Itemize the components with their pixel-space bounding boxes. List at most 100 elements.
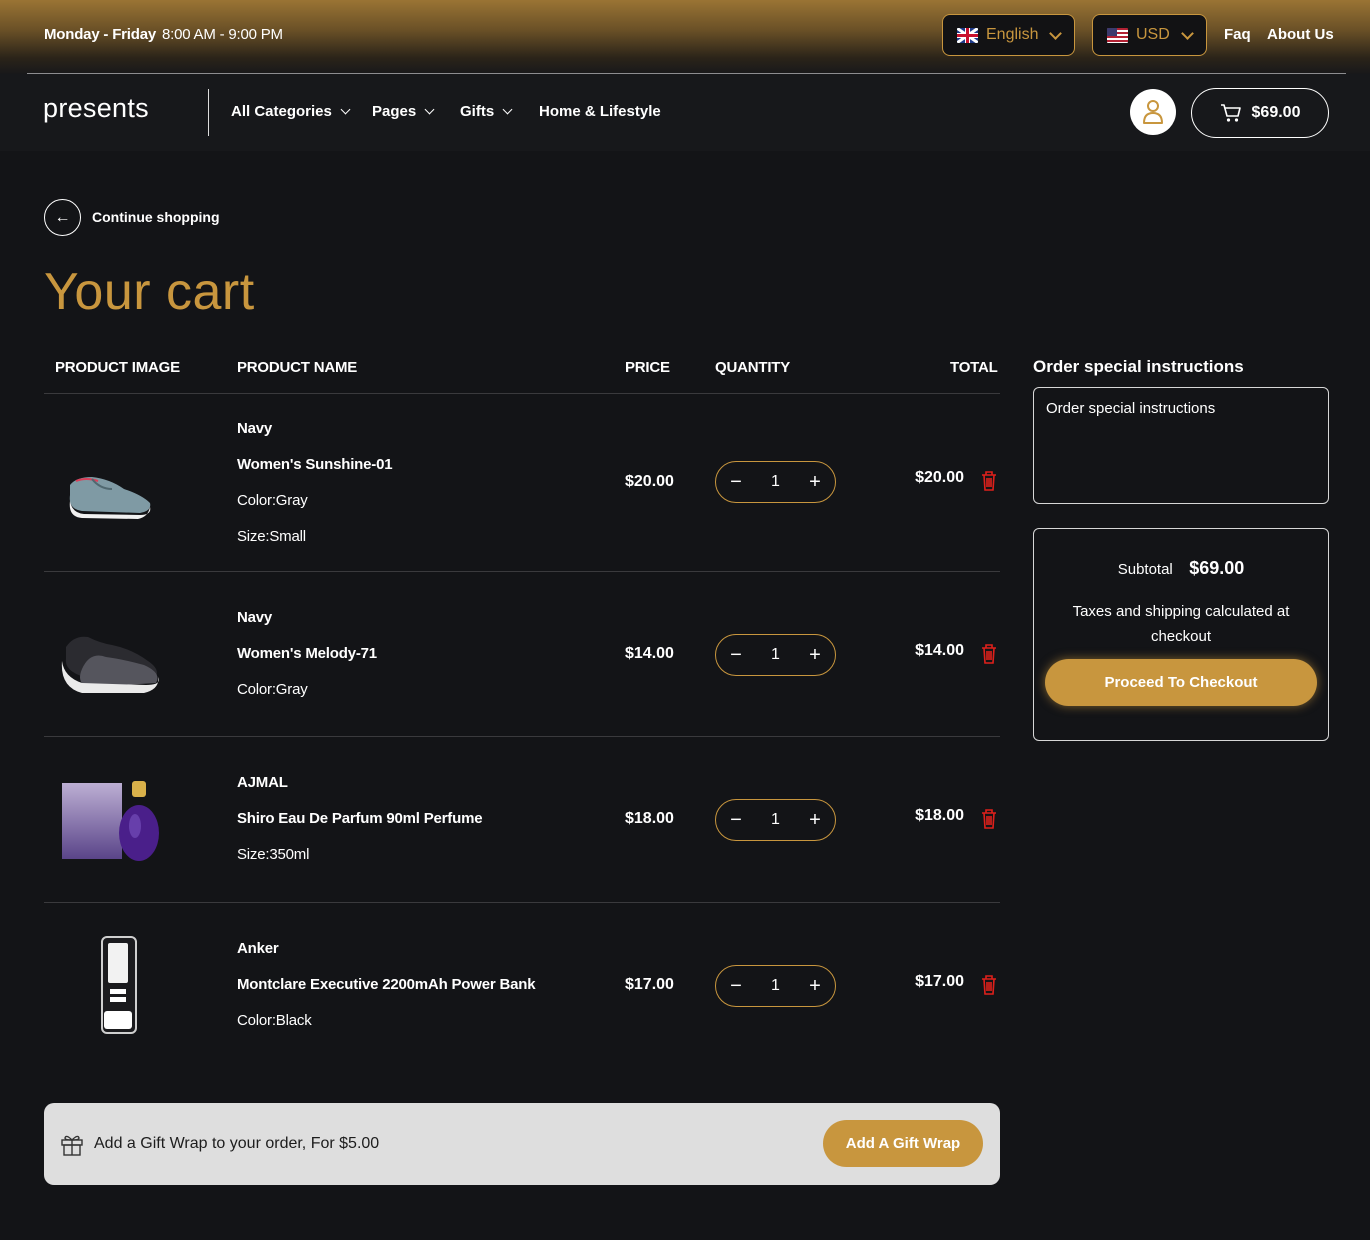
decrease-quantity-button[interactable]: −	[728, 810, 744, 830]
tax-shipping-note: Taxes and shipping calculated at checkou…	[1072, 603, 1290, 645]
instructions-title: Order special instructions	[1033, 357, 1244, 376]
product-price: $17.00	[625, 976, 674, 993]
chevron-down-icon	[502, 104, 513, 115]
trash-icon[interactable]	[980, 470, 998, 492]
language-select[interactable]: English	[942, 14, 1075, 56]
quantity-value[interactable]: 1	[771, 977, 780, 995]
chevron-down-icon	[1049, 26, 1062, 40]
product-option: Size:350ml	[237, 846, 310, 863]
product-option: Size:Small	[237, 528, 306, 545]
subtotal-label: Subtotal	[1117, 561, 1173, 578]
increase-quantity-button[interactable]: +	[807, 472, 823, 492]
column-header-price: PRICE	[625, 359, 670, 376]
user-icon	[1143, 100, 1163, 124]
product-info: Navy Women's Sunshine-01 Color:Gray Size…	[237, 411, 393, 555]
cart-row: AJMAL Shiro Eau De Parfum 90ml Perfume S…	[44, 737, 1000, 903]
cart-icon	[1220, 104, 1241, 122]
product-image-sneaker[interactable]	[52, 433, 172, 533]
quantity-value[interactable]: 1	[771, 473, 780, 491]
quantity-value[interactable]: 1	[771, 646, 780, 664]
product-name[interactable]: Women's Sunshine-01	[237, 447, 393, 483]
uk-flag-icon	[957, 27, 978, 43]
hours-days: Monday - Friday	[44, 26, 157, 43]
column-header-quantity: QUANTITY	[715, 359, 791, 376]
back-arrow-button[interactable]: ←	[44, 199, 81, 236]
decrease-quantity-button[interactable]: −	[728, 472, 744, 492]
nav-item-label: Gifts	[460, 103, 495, 120]
column-header-name: PRODUCT NAME	[237, 359, 358, 376]
decrease-quantity-button[interactable]: −	[728, 976, 744, 996]
quantity-value[interactable]: 1	[771, 811, 780, 829]
product-price: $14.00	[625, 645, 674, 662]
chevron-down-icon	[1181, 26, 1194, 40]
column-header-total: TOTAL	[950, 359, 998, 376]
cart-row: Navy Women's Sunshine-01 Color:Gray Size…	[44, 394, 1000, 572]
product-price: $20.00	[625, 473, 674, 490]
decrease-quantity-button[interactable]: −	[728, 645, 744, 665]
subtotal-row: Subtotal $69.00	[1034, 558, 1328, 579]
product-name[interactable]: Shiro Eau De Parfum 90ml Perfume	[237, 801, 483, 837]
faq-link[interactable]: Faq	[1224, 26, 1251, 43]
product-image-power-bank[interactable]	[52, 935, 172, 1035]
quantity-stepper: − 1 +	[715, 461, 836, 503]
nav-item-label: All Categories	[231, 103, 332, 120]
us-flag-icon	[1107, 27, 1128, 43]
product-brand: Navy	[237, 420, 273, 437]
increase-quantity-button[interactable]: +	[807, 810, 823, 830]
gift-icon	[61, 1135, 83, 1156]
order-notes-textarea[interactable]	[1033, 387, 1329, 504]
product-name[interactable]: Montclare Executive 2200mAh Power Bank	[237, 967, 536, 1003]
product-image-perfume[interactable]	[52, 771, 172, 871]
product-info: Anker Montclare Executive 2200mAh Power …	[237, 931, 536, 1039]
column-header-image: PRODUCT IMAGE	[55, 359, 180, 376]
hours-time: 8:00 AM - 9:00 PM	[162, 26, 283, 43]
nav-item-all-categories[interactable]: All Categories	[231, 103, 351, 120]
product-price: $18.00	[625, 810, 674, 827]
gift-wrap-text: Add a Gift Wrap to your order, For $5.00	[94, 1135, 380, 1152]
mini-cart-button[interactable]: $69.00	[1191, 88, 1329, 138]
increase-quantity-button[interactable]: +	[807, 976, 823, 996]
product-brand: AJMAL	[237, 774, 288, 791]
nav-item-home-lifestyle[interactable]: Home & Lifestyle	[539, 103, 661, 120]
trash-icon[interactable]	[980, 643, 998, 665]
trash-icon[interactable]	[980, 974, 998, 996]
language-value: English	[986, 26, 1039, 43]
trash-icon[interactable]	[980, 808, 998, 830]
currency-value: USD	[1136, 26, 1170, 43]
product-brand: Anker	[237, 940, 279, 957]
increase-quantity-button[interactable]: +	[807, 645, 823, 665]
cart-row: Anker Montclare Executive 2200mAh Power …	[44, 903, 1000, 1069]
add-gift-wrap-button[interactable]: Add A Gift Wrap	[823, 1120, 983, 1167]
quantity-stepper: − 1 +	[715, 634, 836, 676]
product-image-sneaker[interactable]	[52, 607, 172, 707]
line-total: $18.00	[915, 807, 964, 824]
line-total: $20.00	[915, 469, 964, 486]
order-summary: Subtotal $69.00 Taxes and shipping calcu…	[1033, 528, 1329, 741]
product-info: AJMAL Shiro Eau De Parfum 90ml Perfume S…	[237, 765, 483, 873]
divider	[208, 89, 209, 136]
site-logo[interactable]: presents	[43, 93, 149, 124]
product-name[interactable]: Women's Melody-71	[237, 636, 377, 672]
subtotal-value: $69.00	[1189, 558, 1245, 578]
account-button[interactable]	[1130, 89, 1176, 135]
currency-select[interactable]: USD	[1092, 14, 1207, 56]
nav-item-gifts[interactable]: Gifts	[460, 103, 513, 120]
line-total: $17.00	[915, 973, 964, 990]
nav-item-pages[interactable]: Pages	[372, 103, 435, 120]
quantity-stepper: − 1 +	[715, 799, 836, 841]
arrow-left-icon: ←	[54, 208, 71, 226]
product-info: Navy Women's Melody-71 Color:Gray	[237, 600, 377, 708]
proceed-to-checkout-button[interactable]: Proceed To Checkout	[1045, 659, 1317, 706]
about-us-link[interactable]: About Us	[1267, 26, 1334, 43]
continue-shopping-link[interactable]: Continue shopping	[92, 209, 220, 225]
chevron-down-icon	[424, 104, 435, 115]
chevron-down-icon	[340, 104, 351, 115]
nav-item-label: Home & Lifestyle	[539, 103, 661, 120]
page-title: Your cart	[44, 263, 255, 321]
product-option: Color:Gray	[237, 492, 308, 509]
product-option: Color:Black	[237, 1012, 312, 1029]
nav-item-label: Pages	[372, 103, 417, 120]
cart-total: $69.00	[1251, 104, 1301, 121]
product-brand: Navy	[237, 609, 273, 626]
product-option: Color:Gray	[237, 681, 308, 698]
